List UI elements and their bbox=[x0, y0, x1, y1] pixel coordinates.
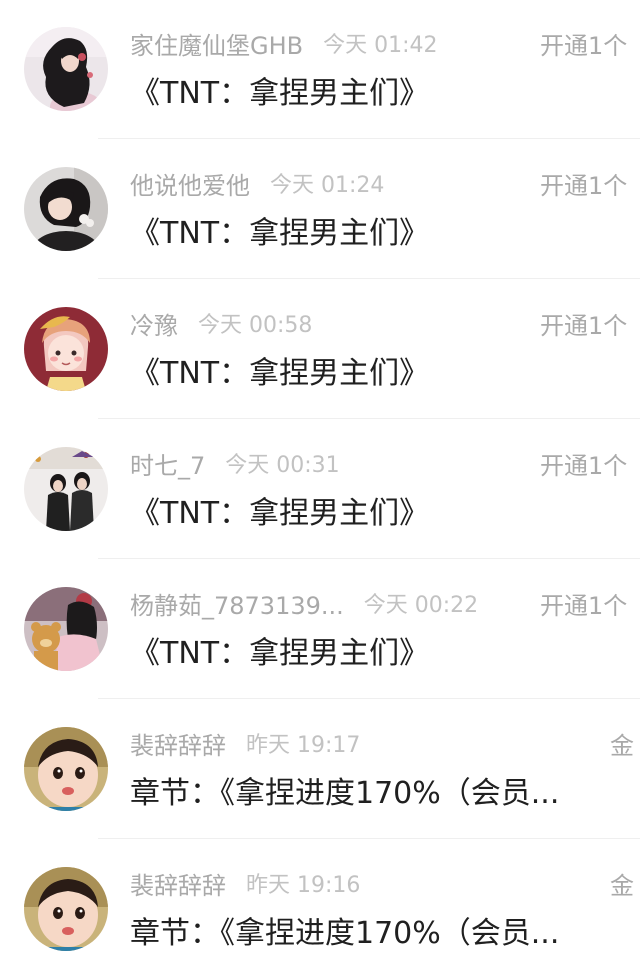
user-avatar[interactable] bbox=[24, 587, 108, 671]
row-divider bbox=[98, 698, 640, 699]
action-text: 开通1个 bbox=[540, 452, 628, 480]
list-item[interactable]: 裴辞辞辞 昨天 19:17 金 章节：《拿捏进度170%（会员... bbox=[0, 700, 640, 839]
message-content[interactable]: 章节：《拿捏进度170%（会员... bbox=[130, 772, 559, 816]
timestamp: 昨天 19:16 bbox=[246, 873, 361, 898]
message-content[interactable]: 《TNT：拿捏男主们》 bbox=[130, 352, 429, 396]
message-content[interactable]: 章节：《拿捏进度170%（会员... bbox=[130, 912, 559, 956]
user-avatar[interactable] bbox=[24, 867, 108, 951]
user-avatar[interactable] bbox=[24, 307, 108, 391]
message-list: 家住魔仙堡GHB 今天 01:42 开通1个 《TNT：拿捏男主们》 他说他爱他今… bbox=[0, 0, 640, 974]
timestamp: 昨天 19:17 bbox=[246, 733, 361, 758]
girl-long-hair-avatar bbox=[24, 27, 108, 111]
girl-portrait-avatar bbox=[24, 167, 108, 251]
username[interactable]: 裴辞辞辞 bbox=[130, 728, 226, 764]
message-meta: 他说他爱他 今天 01:24 bbox=[130, 168, 384, 204]
baby-face-avatar bbox=[24, 727, 108, 811]
list-item[interactable]: 家住魔仙堡GHB 今天 01:42 开通1个 《TNT：拿捏男主们》 bbox=[0, 0, 640, 139]
row-divider bbox=[98, 838, 640, 839]
message-meta: 家住魔仙堡GHB 今天 01:42 bbox=[130, 28, 438, 64]
action-text: 开通1个 bbox=[540, 172, 628, 200]
list-item[interactable]: 裴辞辞辞 昨天 19:16 金 章节：《拿捏进度170%（会员... bbox=[0, 840, 640, 974]
username[interactable]: 他说他爱他 bbox=[130, 168, 250, 204]
username[interactable]: 家住魔仙堡GHB bbox=[130, 28, 303, 64]
row-divider bbox=[98, 418, 640, 419]
timestamp: 今天 00:58 bbox=[198, 313, 313, 338]
user-avatar[interactable] bbox=[24, 447, 108, 531]
message-content[interactable]: 《TNT：拿捏男主们》 bbox=[130, 492, 429, 536]
baby-face-avatar bbox=[24, 867, 108, 951]
timestamp: 今天 00:22 bbox=[363, 593, 479, 618]
action-text: 开通1个 bbox=[540, 32, 628, 60]
message-content[interactable]: 《TNT：拿捏男主们》 bbox=[130, 632, 429, 676]
message-meta: 时七_7 今天 00:31 bbox=[130, 448, 340, 484]
message-meta: 裴辞辞辞 昨天 19:16 bbox=[130, 868, 360, 904]
message-meta: 杨静茹_7873139... 今天 00:22 bbox=[130, 588, 478, 624]
action-text: 开通1个 bbox=[540, 312, 628, 340]
username[interactable]: 冷豫 bbox=[130, 308, 178, 344]
message-meta: 冷豫 今天 00:58 bbox=[130, 308, 312, 344]
action-text: 开通1个 bbox=[540, 592, 628, 620]
row-divider bbox=[98, 558, 640, 559]
list-item[interactable]: 时七_7 今天 00:31 开通1个 《TNT：拿捏男主们》 bbox=[0, 420, 640, 559]
message-meta: 裴辞辞辞 昨天 19:17 bbox=[130, 728, 360, 764]
list-item[interactable]: 他说他爱他 今天 01:24 开通1个 《TNT：拿捏男主们》 bbox=[0, 140, 640, 279]
message-content[interactable]: 《TNT：拿捏男主们》 bbox=[130, 212, 429, 256]
list-item[interactable]: 杨静茹_7873139... 今天 00:22 开通1个 《TNT：拿捏男主们》 bbox=[0, 560, 640, 699]
girl-teddy-bear-avatar bbox=[24, 587, 108, 671]
row-divider bbox=[98, 138, 640, 139]
user-avatar[interactable] bbox=[24, 727, 108, 811]
user-avatar[interactable] bbox=[24, 167, 108, 251]
username[interactable]: 时七_7 bbox=[130, 448, 205, 484]
action-text: 金 bbox=[610, 872, 634, 900]
cartoon-girl-avatar bbox=[24, 307, 108, 391]
row-divider bbox=[98, 278, 640, 279]
timestamp: 今天 00:31 bbox=[225, 453, 340, 478]
timestamp: 今天 01:24 bbox=[270, 173, 385, 198]
message-content[interactable]: 《TNT：拿捏男主们》 bbox=[130, 72, 429, 116]
couple-photo-avatar bbox=[24, 447, 108, 531]
username[interactable]: 裴辞辞辞 bbox=[130, 868, 226, 904]
username[interactable]: 杨静茹_7873139... bbox=[130, 588, 344, 624]
timestamp: 今天 01:42 bbox=[323, 33, 438, 58]
action-text: 金 bbox=[610, 732, 634, 760]
list-item[interactable]: 冷豫 今天 00:58 开通1个 《TNT：拿捏男主们》 bbox=[0, 280, 640, 419]
user-avatar[interactable] bbox=[24, 27, 108, 111]
